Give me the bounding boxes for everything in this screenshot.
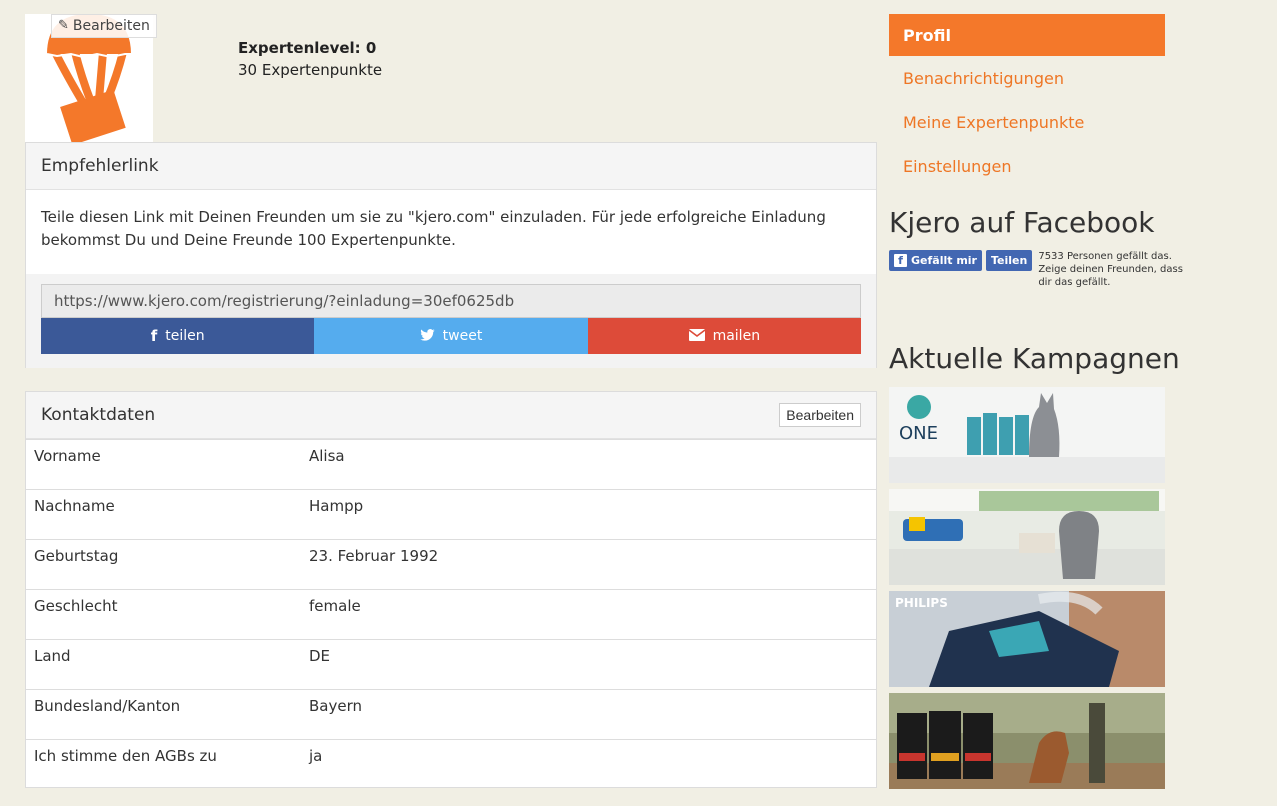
referral-description: Teile diesen Link mit Deinen Freunden um… bbox=[41, 208, 826, 249]
referral-panel-header: Empfehlerlink bbox=[26, 143, 876, 190]
table-row: Geschlecht female bbox=[26, 589, 876, 639]
facebook-like-widget: f Gefällt mir Teilen 7533 Personen gefäl… bbox=[889, 250, 1188, 289]
contact-value: Hampp bbox=[309, 497, 364, 515]
contact-value: ja bbox=[309, 747, 323, 765]
facebook-share-button[interactable]: Teilen bbox=[985, 250, 1033, 271]
nav-item-profil[interactable]: Profil bbox=[889, 14, 1165, 56]
table-row: Bundesland/Kanton Bayern bbox=[26, 689, 876, 739]
mail-icon bbox=[688, 327, 706, 345]
contact-key: Geschlecht bbox=[34, 597, 118, 615]
campaign-banner-pro-plan[interactable] bbox=[889, 693, 1165, 789]
contact-value: Bayern bbox=[309, 697, 362, 715]
table-row: Ich stimme den AGBs zu ja bbox=[26, 739, 876, 789]
expert-points: 30 Expertenpunkte bbox=[238, 61, 383, 79]
facebook-icon: f bbox=[894, 254, 907, 267]
share-twitter-label: tweet bbox=[442, 328, 483, 344]
table-row: Land DE bbox=[26, 639, 876, 689]
share-twitter-button[interactable]: tweet bbox=[314, 318, 588, 354]
contact-key: Ich stimme den AGBs zu bbox=[34, 747, 217, 765]
table-row: Geburtstag 23. Februar 1992 bbox=[26, 539, 876, 589]
share-facebook-label: teilen bbox=[165, 328, 205, 344]
expert-level: Expertenlevel: 0 bbox=[238, 39, 377, 57]
facebook-section-title: Kjero auf Facebook bbox=[889, 206, 1155, 239]
facebook-like-label: Gefällt mir bbox=[911, 254, 977, 267]
avatar-edit-label: Bearbeiten bbox=[72, 18, 150, 34]
expert-level-info: Expertenlevel: 0 30 Expertenpunkte bbox=[238, 37, 382, 81]
referral-title: Empfehlerlink bbox=[41, 156, 159, 176]
profile-nav: Profil Benachrichtigungen Meine Experten… bbox=[889, 14, 1165, 188]
contact-key: Geburtstag bbox=[34, 547, 119, 565]
table-row: Vorname Alisa bbox=[26, 439, 876, 489]
contact-key: Bundesland/Kanton bbox=[34, 697, 181, 715]
pencil-icon: ✎ bbox=[58, 18, 69, 33]
facebook-icon: f bbox=[150, 327, 158, 345]
share-facebook-button[interactable]: f teilen bbox=[41, 318, 315, 354]
contact-value: female bbox=[309, 597, 361, 615]
nav-item-expertenpunkte[interactable]: Meine Expertenpunkte bbox=[889, 100, 1165, 144]
referral-panel: Empfehlerlink Teile diesen Link mit Dein… bbox=[25, 142, 877, 368]
campaigns-title: Aktuelle Kampagnen bbox=[889, 342, 1180, 375]
campaign-banner-purina-one[interactable]: ONE bbox=[889, 387, 1165, 483]
contact-edit-button[interactable]: Bearbeiten bbox=[779, 403, 861, 427]
nav-item-einstellungen[interactable]: Einstellungen bbox=[889, 144, 1165, 188]
campaign-banner-philips[interactable]: PHILIPS bbox=[889, 591, 1165, 687]
table-row: Nachname Hampp bbox=[26, 489, 876, 539]
campaign-logo: PHILIPS bbox=[895, 596, 948, 610]
referral-share-area: f teilen tweet mailen bbox=[26, 274, 876, 368]
facebook-like-button[interactable]: f Gefällt mir bbox=[889, 250, 982, 271]
campaign-logo: ONE bbox=[899, 423, 939, 444]
contact-key: Land bbox=[34, 647, 71, 665]
contact-panel-header: Kontaktdaten Bearbeiten bbox=[26, 392, 876, 439]
share-mail-label: mailen bbox=[712, 328, 761, 344]
contact-value: Alisa bbox=[309, 447, 345, 465]
contact-value: DE bbox=[309, 647, 331, 665]
twitter-icon bbox=[419, 327, 435, 345]
campaign-banner-muellbeutel[interactable] bbox=[889, 489, 1165, 585]
share-buttons: f teilen tweet mailen bbox=[41, 318, 861, 354]
contact-key: Nachname bbox=[34, 497, 115, 515]
facebook-like-count: 7533 Personen gefällt das. Zeige deinen … bbox=[1038, 251, 1183, 288]
contact-title: Kontaktdaten bbox=[41, 405, 156, 425]
contact-value: 23. Februar 1992 bbox=[309, 547, 439, 565]
referral-link-input[interactable] bbox=[41, 284, 861, 318]
contact-panel: Kontaktdaten Bearbeiten Vorname Alisa Na… bbox=[25, 391, 877, 788]
nav-item-benachrichtigungen[interactable]: Benachrichtigungen bbox=[889, 56, 1165, 100]
contact-key: Vorname bbox=[34, 447, 101, 465]
avatar-edit-button[interactable]: ✎ Bearbeiten bbox=[51, 14, 157, 38]
share-mail-button[interactable]: mailen bbox=[587, 318, 861, 354]
